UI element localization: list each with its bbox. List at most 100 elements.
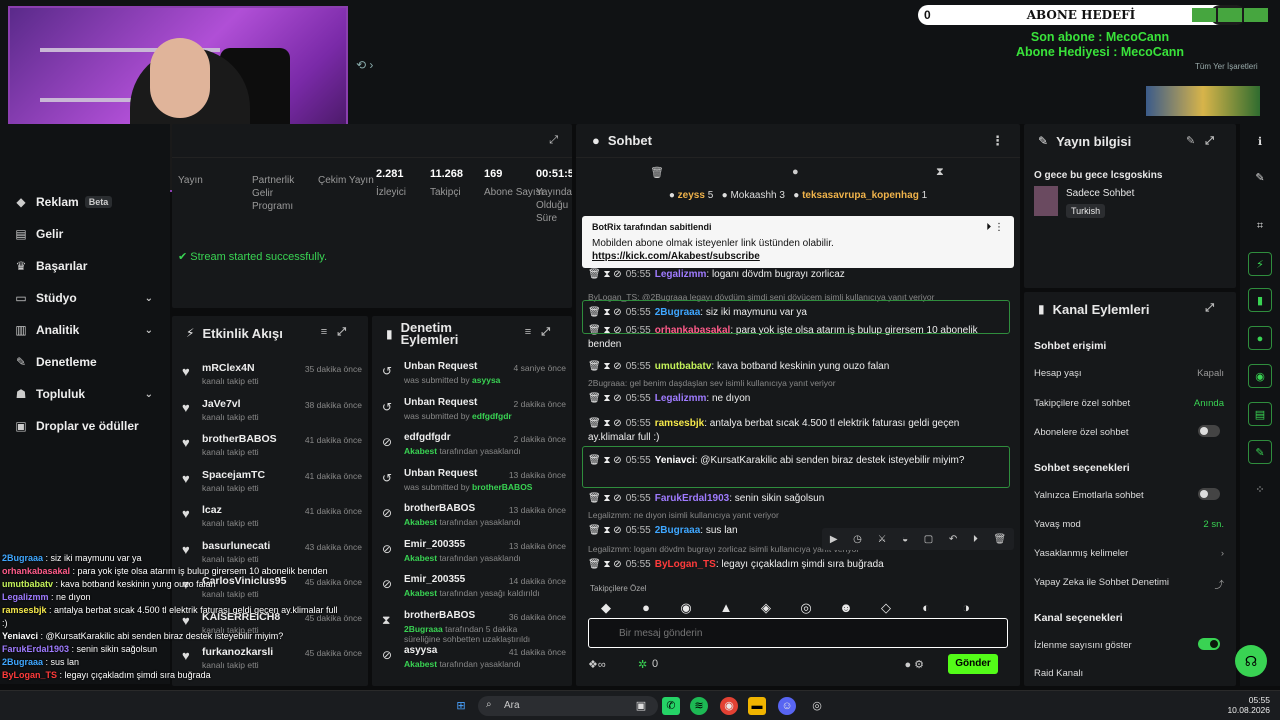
- event-user[interactable]: JaVe7vl: [202, 398, 241, 410]
- emote[interactable]: ▲: [706, 600, 746, 615]
- layout-icon[interactable]: ▤: [1248, 402, 1272, 426]
- taskbar-search[interactable]: ⌕ Ara: [478, 696, 658, 716]
- chat-message[interactable]: 🗑 ⧗ ⊘ 05:55 ByLogan_TS: legayı çıçakladım …: [588, 558, 1008, 572]
- msg-user[interactable]: Legalizmm: [655, 269, 707, 280]
- points-icon[interactable]: ❖∞: [588, 659, 606, 671]
- emote[interactable]: ◆: [586, 600, 626, 616]
- whatsapp-icon[interactable]: ✆: [662, 697, 680, 715]
- ai-moderation-option[interactable]: Yapay Zeka ile Sohbet Denetimi ⤴: [1034, 577, 1224, 591]
- msg-user[interactable]: umutbabatv: [655, 361, 712, 372]
- event-user[interactable]: basurlunecati: [202, 540, 270, 552]
- edit-icon[interactable]: ✎: [1248, 166, 1272, 190]
- trash-icon[interactable]: 🗑: [650, 166, 664, 179]
- show-viewers-option[interactable]: İzlenme sayısını göster: [1034, 638, 1224, 651]
- chat-message[interactable]: 🗑 ⧗ ⊘ 05:55 Legalizmm: ne dıyon: [588, 392, 1008, 406]
- obs-icon[interactable]: ◎: [808, 697, 826, 715]
- event-user[interactable]: brotherBABOS: [202, 433, 277, 445]
- timeout-icon[interactable]: ⧗: [603, 393, 610, 404]
- trash-icon[interactable]: 🗑: [588, 559, 601, 570]
- emote-bar[interactable]: ◆ ● ◉ ▲ ◈ ◎ ☻ ◇ ◐ ◑: [586, 600, 1016, 620]
- expand-icon[interactable]: ⤢: [1205, 302, 1224, 315]
- help-button[interactable]: ☊: [1235, 645, 1267, 677]
- timeout-icon[interactable]: ⧗: [603, 269, 610, 280]
- chat-icon[interactable]: ●: [1248, 326, 1272, 350]
- more-icon[interactable]: ⋮: [991, 133, 1004, 149]
- ban-icon[interactable]: ⊘: [613, 418, 621, 429]
- sidebar-item-analitik[interactable]: ▥ Analitik ⌄: [14, 320, 159, 340]
- chat-message[interactable]: 🗑 ⧗ ⊘ 05:55 Legalizmm: loganı dövdm bugray…: [588, 268, 1008, 282]
- banned-words-option[interactable]: Yasaklanmış kelimeler ›: [1034, 548, 1224, 559]
- edit-icon[interactable]: ✎⤢: [1186, 134, 1224, 148]
- category-name[interactable]: Sadece Sohbet: [1066, 188, 1134, 199]
- timeout-icon[interactable]: ⧗: [603, 418, 610, 429]
- emote[interactable]: ◈: [746, 600, 786, 616]
- emote[interactable]: ☻: [826, 600, 866, 615]
- sidebar-item-gelir[interactable]: ▤ Gelir: [14, 224, 159, 244]
- slow-mode-option[interactable]: Yavaş mod 2 sn.: [1034, 519, 1224, 530]
- close-button[interactable]: [1244, 8, 1268, 22]
- chat-message[interactable]: 🗑 ⧗ ⊘ 05:55 ramsesbjk: antalya berbat sıca…: [588, 417, 1008, 445]
- trash-icon[interactable]: 🗑: [588, 393, 601, 404]
- msg-user[interactable]: FarukErdal1903: [655, 493, 730, 504]
- document-icon[interactable]: ▮: [1248, 288, 1272, 312]
- event-row[interactable]: ♥ SpacejamTC kanalı takip etti 41 dakika…: [182, 465, 362, 501]
- panel-tools[interactable]: ≡⤢: [321, 326, 356, 339]
- timeout-icon[interactable]: ⧗: [603, 361, 610, 372]
- event-row[interactable]: ♥ lcaz kanalı takip etti 41 dakika önce: [182, 500, 362, 536]
- all-bookmarks[interactable]: Tüm Yer İşaretleri: [1195, 62, 1258, 71]
- trash-icon[interactable]: 🗑: [588, 493, 601, 504]
- ban-icon[interactable]: ⊘: [613, 559, 621, 570]
- mod-row[interactable]: ↺ Unban Request was submitted by brother…: [382, 465, 566, 501]
- event-user[interactable]: mRClex4N: [202, 362, 255, 374]
- event-user[interactable]: lcaz: [202, 504, 222, 516]
- apps-icon[interactable]: ⁘: [1248, 478, 1272, 502]
- mod-row[interactable]: ⊘ edfgdfgdr Akabest tarafından yasakland…: [382, 429, 566, 465]
- emote[interactable]: ●: [626, 600, 666, 615]
- trash-icon[interactable]: 🗑: [588, 418, 601, 429]
- panel-tools[interactable]: ≡⤢: [525, 326, 560, 338]
- subs-only-option[interactable]: Abonelere özel sohbet: [1034, 425, 1224, 438]
- folder-icon[interactable]: ▬: [748, 697, 766, 715]
- msg-user[interactable]: ramsesbjk: [655, 418, 704, 429]
- chrome-icon[interactable]: ◉: [720, 697, 738, 715]
- emote[interactable]: ◉: [666, 600, 706, 616]
- ban-icon[interactable]: ⊘: [613, 269, 621, 280]
- mod-row[interactable]: ⊘ Emir_200355 Akabest tarafından yasakla…: [382, 536, 566, 572]
- msg-user[interactable]: ByLogan_TS: [655, 559, 716, 570]
- sidebar-item-studyo[interactable]: ▭ Stüdyo ⌄: [14, 288, 159, 308]
- message-tools[interactable]: ▶ ◷ ⚔ ◒ ▢ ↶ ⏵ 🗑: [822, 528, 1014, 550]
- mod-row[interactable]: ↺ Unban Request was submitted by asyysa …: [382, 358, 566, 394]
- timeout-icon[interactable]: ⧗: [603, 525, 610, 536]
- sidebar-item-droplar[interactable]: ▣ Droplar ve ödüller: [14, 416, 159, 436]
- spotify-icon[interactable]: ≋: [690, 697, 708, 715]
- pinned-link[interactable]: https://kick.com/Akabest/subscribe: [592, 251, 1004, 262]
- followers-only-option[interactable]: Takipçilere özel sohbet Anında: [1034, 398, 1224, 409]
- emotes-only-toggle[interactable]: [1198, 488, 1220, 500]
- emotes-only-option[interactable]: Yalnızca Emotlarla sohbet: [1034, 488, 1224, 501]
- ban-icon[interactable]: ⊘: [613, 361, 621, 372]
- show-viewers-toggle[interactable]: [1198, 638, 1220, 650]
- trash-icon[interactable]: 🗑: [588, 269, 601, 280]
- crop-icon[interactable]: ⌗: [1248, 214, 1272, 238]
- timeout-icon[interactable]: ⧗: [603, 559, 610, 570]
- emote[interactable]: ◐: [906, 600, 946, 615]
- nav-icons[interactable]: ⟲ ›: [356, 58, 386, 74]
- mod-row[interactable]: ⊘ asyysa Akabest tarafından yasaklandı 4…: [382, 642, 566, 678]
- mod-row[interactable]: ⊘ brotherBABOS Akabest tarafından yasakl…: [382, 500, 566, 536]
- broadcast-icon[interactable]: ◉: [1248, 364, 1272, 388]
- pin-icon[interactable]: ⏵ ⋮: [986, 222, 1004, 233]
- msg-user[interactable]: 2Bugraaa: [655, 525, 701, 536]
- chat-input[interactable]: [588, 618, 1008, 648]
- chat-message[interactable]: 🗑 ⧗ ⊘ 05:55 umutbabatv: kava botband keski…: [588, 360, 1008, 374]
- mod-row[interactable]: ↺ Unban Request was submitted by edfgdfg…: [382, 394, 566, 430]
- emote[interactable]: ◇: [866, 600, 906, 616]
- discord-icon[interactable]: ☺: [778, 697, 796, 715]
- raid-option[interactable]: Raid Kanalı: [1034, 668, 1224, 679]
- task-view-icon[interactable]: ▣: [632, 697, 650, 715]
- ban-icon[interactable]: ⊘: [613, 493, 621, 504]
- window-controls[interactable]: [1190, 8, 1280, 22]
- windows-start-icon[interactable]: ⊞: [452, 697, 470, 715]
- minimize-button[interactable]: [1192, 8, 1216, 22]
- event-row[interactable]: ♥ mRClex4N kanalı takip etti 35 dakika ö…: [182, 358, 362, 394]
- settings-icon[interactable]: ● ⚙: [904, 658, 924, 671]
